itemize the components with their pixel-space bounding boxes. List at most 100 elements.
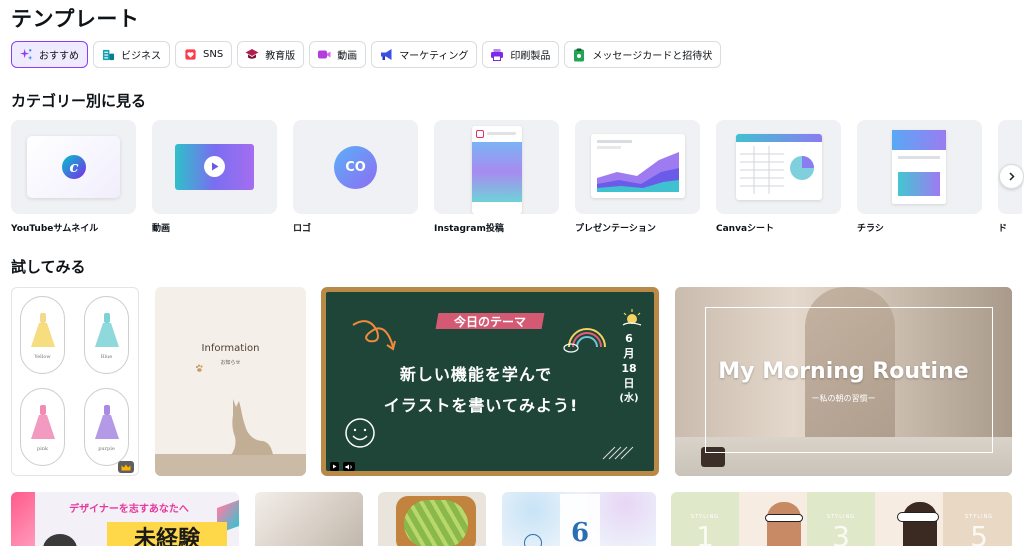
template-card-chalkboard[interactable]: 今日のテーマ 新しい機能を学んで イラストを書いてみよう! 6 月 18 日 (… bbox=[321, 287, 659, 476]
chip-sns[interactable]: SNS bbox=[175, 41, 233, 68]
chip-print[interactable]: 印刷製品 bbox=[482, 41, 560, 68]
section-title-try: 試してみる bbox=[11, 258, 86, 276]
category-label: Canvaシート bbox=[716, 224, 775, 234]
arrow-doodle-icon bbox=[352, 320, 396, 351]
sun-icon bbox=[622, 309, 642, 326]
video-play-icon bbox=[330, 462, 339, 471]
card-icon bbox=[572, 48, 586, 62]
chip-business[interactable]: ビジネス bbox=[93, 41, 170, 68]
chip-label: 動画 bbox=[337, 51, 358, 62]
canva-logo-icon: c bbox=[62, 155, 86, 179]
chip-label: おすすめ bbox=[39, 51, 79, 62]
styling-number: 3 bbox=[832, 520, 850, 546]
template-card-styling[interactable]: STYLING 1 STYLING 3 STYLING 5 bbox=[671, 492, 1012, 546]
category-thumbnail bbox=[857, 120, 982, 214]
dress-item: purple bbox=[84, 388, 129, 466]
logo-badge-icon: CO bbox=[334, 146, 377, 189]
category-video[interactable]: 動画 bbox=[152, 120, 277, 234]
carousel-next-button[interactable] bbox=[999, 164, 1024, 189]
template-info-title: Information bbox=[201, 343, 260, 354]
dress-item: Yellow bbox=[20, 296, 65, 374]
rainbow-icon bbox=[563, 328, 606, 353]
heart-icon bbox=[183, 48, 197, 62]
dress-icon bbox=[94, 404, 119, 439]
template-card-morning-routine[interactable]: My Morning Routine ー私の朝の習慣ー bbox=[675, 287, 1012, 476]
category-thumbnail: c bbox=[11, 120, 136, 214]
category-youtube-thumbnail[interactable]: c YouTubeサムネイル bbox=[11, 120, 136, 234]
spreadsheet-icon bbox=[740, 146, 814, 194]
template-card-avocado-toast[interactable] bbox=[378, 492, 486, 546]
chip-label: 印刷製品 bbox=[510, 51, 551, 62]
video-icon bbox=[317, 48, 331, 62]
chip-cards[interactable]: メッセージカードと招待状 bbox=[564, 41, 722, 68]
template-card-dresses[interactable]: Yellow Blue pink purple bbox=[11, 287, 139, 476]
category-label: Instagram投稿 bbox=[434, 224, 504, 234]
template-card-calendar[interactable]: 6 bbox=[502, 492, 656, 546]
chalk-line-2: イラストを書いてみよう! bbox=[383, 396, 579, 415]
chip-label: 教育版 bbox=[265, 51, 296, 62]
dress-item: pink bbox=[20, 388, 65, 466]
business-icon bbox=[101, 48, 115, 62]
category-flyer[interactable]: チラシ bbox=[857, 120, 982, 234]
graduation-cap-icon bbox=[245, 48, 259, 62]
scribble-icon bbox=[602, 446, 634, 460]
smiley-icon bbox=[345, 418, 375, 448]
sparkle-icon bbox=[19, 48, 33, 62]
chip-label: メッセージカードと招待状 bbox=[592, 51, 713, 62]
volume-icon bbox=[343, 462, 355, 471]
category-label: 動画 bbox=[152, 224, 171, 234]
template-card-information[interactable]: Information お知らせ bbox=[155, 287, 306, 476]
cat-silhouette-icon bbox=[231, 399, 273, 455]
section-title-categories: カテゴリー別に見る bbox=[11, 92, 147, 110]
category-label: ド bbox=[998, 224, 1008, 234]
chip-recommended[interactable]: おすすめ bbox=[11, 41, 88, 68]
styling-number: 5 bbox=[970, 520, 988, 546]
calendar-day: 6 bbox=[570, 518, 590, 546]
dress-icon bbox=[94, 312, 119, 347]
designer-big-text: 未経験 bbox=[133, 527, 200, 546]
styling-number: 1 bbox=[696, 520, 714, 546]
instagram-icon bbox=[476, 130, 484, 138]
chip-education[interactable]: 教育版 bbox=[237, 41, 305, 68]
category-label: ロゴ bbox=[293, 224, 312, 234]
template-card-shadow[interactable] bbox=[255, 492, 363, 546]
play-icon bbox=[204, 156, 225, 177]
chalk-tag: 今日のテーマ bbox=[453, 315, 526, 329]
category-label: チラシ bbox=[857, 224, 884, 234]
category-thumbnail bbox=[152, 120, 277, 214]
template-info-subtitle: お知らせ bbox=[220, 360, 241, 366]
area-chart-icon bbox=[597, 152, 679, 192]
chalk-line-1: 新しい機能を学んで bbox=[399, 365, 553, 384]
category-canva-sheets[interactable]: Canvaシート bbox=[716, 120, 841, 234]
category-thumbnail bbox=[434, 120, 559, 214]
category-label: プレゼンテーション bbox=[575, 224, 656, 234]
template-morning-subtitle: ー私の朝の習慣ー bbox=[811, 394, 876, 403]
chip-label: ビジネス bbox=[121, 51, 161, 62]
category-label: YouTubeサムネイル bbox=[11, 224, 99, 234]
chevron-right-icon bbox=[1009, 172, 1015, 181]
designer-tagline: デザイナーを志すあなたへ bbox=[69, 504, 189, 515]
chip-marketing[interactable]: マーケティング bbox=[371, 41, 478, 68]
crown-badge-icon bbox=[118, 461, 134, 473]
chalk-date: 6 月 18 日 (水) bbox=[619, 332, 639, 404]
category-thumbnail bbox=[575, 120, 700, 214]
megaphone-icon bbox=[379, 48, 393, 62]
chip-video[interactable]: 動画 bbox=[309, 41, 367, 68]
category-presentation[interactable]: プレゼンテーション bbox=[575, 120, 700, 234]
dress-icon bbox=[30, 404, 55, 439]
template-morning-title: My Morning Routine bbox=[718, 359, 969, 384]
paw-icon bbox=[195, 364, 203, 372]
template-card-designer[interactable]: デザイナーを志すあなたへ 未経験 bbox=[11, 492, 239, 546]
page-title: テンプレート bbox=[11, 7, 140, 31]
printer-icon bbox=[490, 48, 504, 62]
category-chip-bar: おすすめ ビジネス SNS 教育版 動画 マーケティング 印刷製品 メッセージカ… bbox=[11, 41, 722, 68]
category-instagram-post[interactable]: Instagram投稿 bbox=[434, 120, 559, 234]
dress-icon bbox=[30, 312, 55, 347]
category-thumbnail: CO bbox=[293, 120, 418, 214]
category-logo[interactable]: CO ロゴ bbox=[293, 120, 418, 234]
category-carousel: c YouTubeサムネイル 動画 CO ロゴ Instagram投稿 プレゼン… bbox=[11, 120, 1022, 234]
chip-label: SNS bbox=[203, 49, 224, 60]
dress-item: Blue bbox=[84, 296, 129, 374]
category-thumbnail bbox=[716, 120, 841, 214]
chip-label: マーケティング bbox=[399, 51, 469, 62]
